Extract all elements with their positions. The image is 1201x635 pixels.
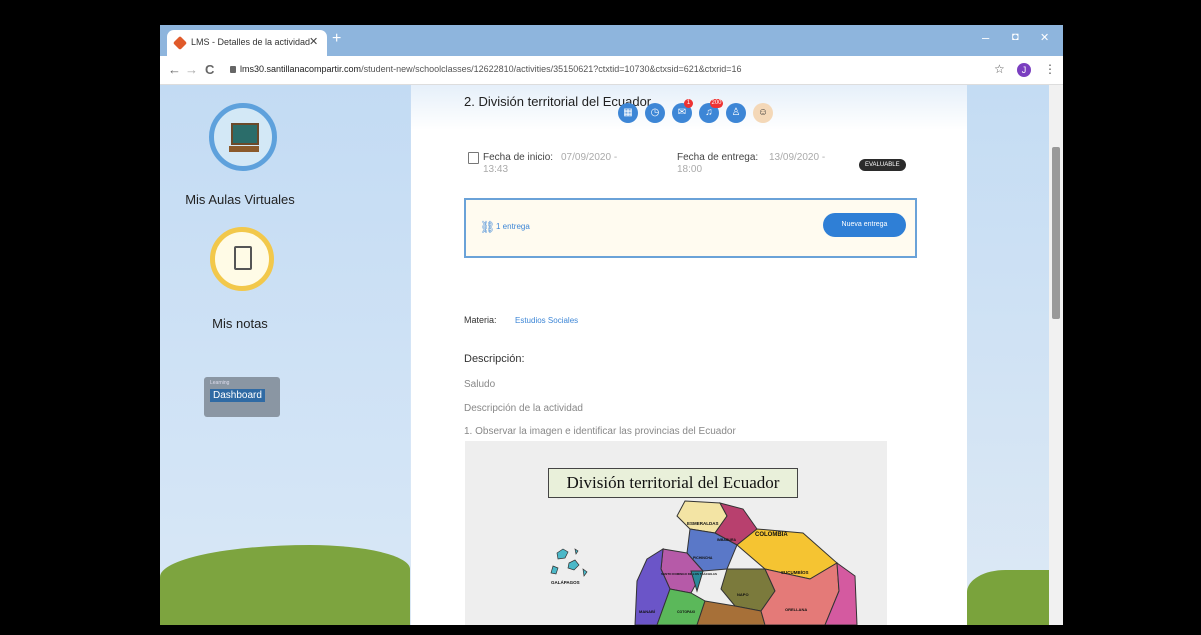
map-label-imbabura: IMBABURA <box>717 538 737 542</box>
reload-icon[interactable]: C <box>205 62 214 77</box>
teacher-icon[interactable]: ♙ <box>726 103 746 123</box>
browser-tab[interactable]: LMS - Detalles de la actividad ✕ <box>167 30 327 56</box>
map-label-pichincha: PICHINCHA <box>693 556 713 560</box>
nueva-entrega-button[interactable]: Nueva entrega <box>823 213 906 237</box>
description-line: 1. Observar la imagen e identificar las … <box>464 426 736 437</box>
clipboard-shape <box>234 246 252 270</box>
new-tab-button[interactable]: + <box>332 30 341 48</box>
fecha-inicio-label: Fecha de inicio: <box>483 152 554 163</box>
browser-menu-icon[interactable]: ⋮ <box>1044 62 1056 76</box>
browser-window: LMS - Detalles de la actividad ✕ + – ◘ ✕… <box>160 25 1063 625</box>
bookmark-star-icon[interactable]: ☆ <box>994 62 1005 76</box>
blackboard-icon <box>231 123 259 145</box>
fecha-inicio-time: 13:43 <box>483 164 509 175</box>
evaluable-badge: EVALUABLE <box>859 159 906 171</box>
entregas-box: ⛓ 1 entrega Nueva entrega <box>464 198 917 258</box>
url-field[interactable]: lms30.santillanacompartir.com/student-ne… <box>230 64 742 74</box>
description-line: Descripción de la actividad <box>464 403 583 414</box>
map-image: COLOMBIA ESMERALDAS GALÁPAGOS SUCUMBÍOS … <box>465 441 887 625</box>
back-icon[interactable]: ← <box>168 62 181 77</box>
fecha-inicio-date: 07/09/2020 - <box>561 152 618 163</box>
map-label-orellana: ORELLANA <box>785 607 807 612</box>
lock-icon <box>230 66 236 73</box>
favicon-icon <box>172 35 188 51</box>
map-label-sucumbios: SUCUMBÍOS <box>781 568 809 575</box>
dashboard-label: Dashboard <box>210 389 265 402</box>
tab-title: LMS - Detalles de la actividad <box>191 37 311 47</box>
classroom-icon[interactable] <box>209 103 277 171</box>
profile-avatar[interactable]: J <box>1017 63 1031 77</box>
page-content: Mis Aulas Virtuales Mis notas Learning D… <box>160 85 1063 625</box>
fecha-entrega-date: 13/09/2020 - <box>769 152 826 163</box>
galapagos-islands <box>550 548 588 577</box>
mis-notas-link[interactable]: Mis notas <box>160 316 320 331</box>
calendar-icon <box>468 152 479 164</box>
url-host: lms30.santillanacompartir.com <box>240 64 362 74</box>
address-bar-row: ← → C lms30.santillanacompartir.com/stud… <box>160 56 1063 85</box>
mis-aulas-link[interactable]: Mis Aulas Virtuales <box>160 192 320 207</box>
map-label-manabi: MANABÍ <box>639 609 656 614</box>
link-icon: ⛓ <box>480 220 496 234</box>
learning-dashboard-button[interactable]: Learning Dashboard <box>204 377 280 417</box>
map-label-esmeraldas: ESMERALDAS <box>687 521 719 526</box>
clock-icon[interactable]: ◷ <box>645 103 665 123</box>
map-label-napo: NAPO <box>737 592 749 597</box>
restore-button[interactable]: ◘ <box>1012 31 1019 43</box>
fecha-entrega-label: Fecha de entrega: <box>677 152 759 163</box>
tab-close-icon[interactable]: ✕ <box>309 35 318 48</box>
scrollbar-thumb[interactable] <box>1052 147 1060 319</box>
materia-label: Materia: <box>464 315 497 325</box>
descripcion-label: Descripción: <box>464 353 525 365</box>
notification-badge: 200 <box>710 99 723 108</box>
activity-panel: 2. División territorial del Ecuador Fech… <box>411 85 967 625</box>
close-window-button[interactable]: ✕ <box>1040 31 1049 44</box>
mail-badge: 1 <box>684 99 693 108</box>
map-label-galapagos: GALÁPAGOS <box>551 579 580 585</box>
sidebar: Mis Aulas Virtuales Mis notas Learning D… <box>160 85 410 625</box>
map-title: División territorial del Ecuador <box>548 468 798 498</box>
url-path: /student-new/schoolclasses/12622810/acti… <box>361 64 742 74</box>
map-label-colombia: COLOMBIA <box>755 532 788 538</box>
fecha-entrega-time: 18:00 <box>677 164 703 175</box>
map-label-santo-domingo: SANTO DOMINGO DE LOS TSÁCHILAS <box>661 571 717 576</box>
map-label-cotopaxi: COTOPAXI <box>677 610 695 614</box>
description-line: Saludo <box>464 379 496 390</box>
clipboard-icon[interactable] <box>210 227 274 291</box>
grass-decoration <box>160 545 410 625</box>
entregas-link[interactable]: 1 entrega <box>496 222 530 231</box>
desk-icon <box>229 146 259 152</box>
tab-strip: LMS - Detalles de la actividad ✕ + – ◘ ✕ <box>160 25 1063 56</box>
user-avatar-icon[interactable]: ☺ <box>753 103 773 123</box>
calendar-button-icon[interactable]: ▦ <box>618 103 638 123</box>
minimize-button[interactable]: – <box>982 30 989 45</box>
forward-icon[interactable]: → <box>185 62 198 77</box>
dashboard-small-label: Learning <box>210 380 230 386</box>
materia-value[interactable]: Estudios Sociales <box>515 316 578 325</box>
